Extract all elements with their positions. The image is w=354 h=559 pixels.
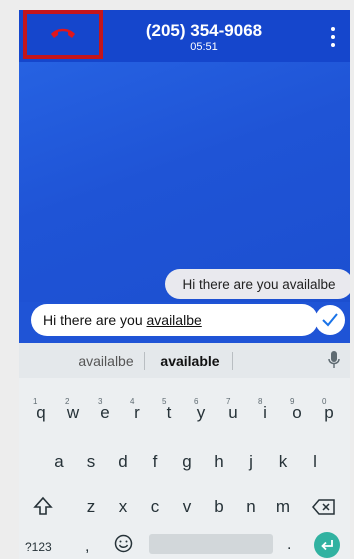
- key-v[interactable]: v: [173, 497, 201, 517]
- key-hint: 9: [290, 397, 295, 406]
- message-input[interactable]: Hi there are you availalbe: [31, 304, 318, 336]
- key-j[interactable]: j: [237, 452, 265, 472]
- call-header: (205) 354-9068 05:51: [19, 10, 350, 62]
- comma-key[interactable]: ,: [85, 538, 89, 556]
- composing-word: availalbe: [146, 312, 202, 328]
- shift-icon[interactable]: [33, 496, 53, 516]
- period-key[interactable]: .: [287, 536, 291, 554]
- key-a[interactable]: a: [45, 452, 73, 472]
- backspace-icon[interactable]: [312, 499, 336, 515]
- key-y[interactable]: y: [187, 403, 215, 423]
- key-hint: 5: [162, 397, 167, 406]
- message-bubble: Hi there are you availalbe: [165, 269, 350, 299]
- key-hint: 0: [322, 397, 327, 406]
- key-hint: 6: [194, 397, 199, 406]
- key-z[interactable]: z: [77, 497, 105, 517]
- key-l[interactable]: l: [301, 452, 329, 472]
- key-g[interactable]: g: [173, 452, 201, 472]
- key-u[interactable]: u: [219, 403, 247, 423]
- key-s[interactable]: s: [77, 452, 105, 472]
- key-p[interactable]: p: [315, 403, 343, 423]
- check-icon: [322, 313, 338, 327]
- key-k[interactable]: k: [269, 452, 297, 472]
- suggestion-original[interactable]: availalbe: [69, 353, 143, 369]
- space-bar[interactable]: [149, 534, 273, 554]
- key-b[interactable]: b: [205, 497, 233, 517]
- mic-icon[interactable]: [328, 351, 340, 369]
- key-t[interactable]: t: [155, 403, 183, 423]
- divider: [232, 352, 233, 370]
- emoji-icon[interactable]: [114, 534, 133, 553]
- key-c[interactable]: c: [141, 497, 169, 517]
- key-hint: 2: [65, 397, 70, 406]
- key-r[interactable]: r: [123, 403, 151, 423]
- chat-background: [19, 62, 350, 302]
- key-h[interactable]: h: [205, 452, 233, 472]
- enter-icon: [321, 540, 333, 551]
- more-vert-icon[interactable]: [330, 27, 336, 47]
- keyboard: availalbe available q w e r t y u i o p …: [19, 343, 350, 559]
- key-hint: 1: [33, 397, 38, 406]
- suggestion-strip: availalbe available: [19, 343, 350, 378]
- symbols-key[interactable]: ?123: [25, 540, 52, 554]
- phone-hangup-icon: [49, 24, 77, 45]
- key-m[interactable]: m: [269, 497, 297, 517]
- key-hint: 4: [130, 397, 135, 406]
- call-timer: 05:51: [190, 41, 218, 53]
- call-screen: (205) 354-9068 05:51 Hi there are you av…: [19, 10, 350, 559]
- key-i[interactable]: i: [251, 403, 279, 423]
- typed-text: Hi there are you: [43, 312, 147, 328]
- key-f[interactable]: f: [141, 452, 169, 472]
- key-o[interactable]: o: [283, 403, 311, 423]
- key-hint: 7: [226, 397, 231, 406]
- key-hint: 3: [98, 397, 103, 406]
- key-w[interactable]: w: [59, 403, 87, 423]
- suggestion-primary[interactable]: available: [150, 353, 230, 369]
- divider: [144, 352, 145, 370]
- key-e[interactable]: e: [91, 403, 119, 423]
- key-d[interactable]: d: [109, 452, 137, 472]
- enter-key[interactable]: [314, 532, 340, 558]
- key-q[interactable]: q: [27, 403, 55, 423]
- key-hint: 8: [258, 397, 263, 406]
- phone-number: (205) 354-9068: [145, 21, 263, 40]
- hangup-button[interactable]: [23, 10, 103, 59]
- key-n[interactable]: n: [237, 497, 265, 517]
- key-x[interactable]: x: [109, 497, 137, 517]
- send-button[interactable]: [315, 305, 345, 335]
